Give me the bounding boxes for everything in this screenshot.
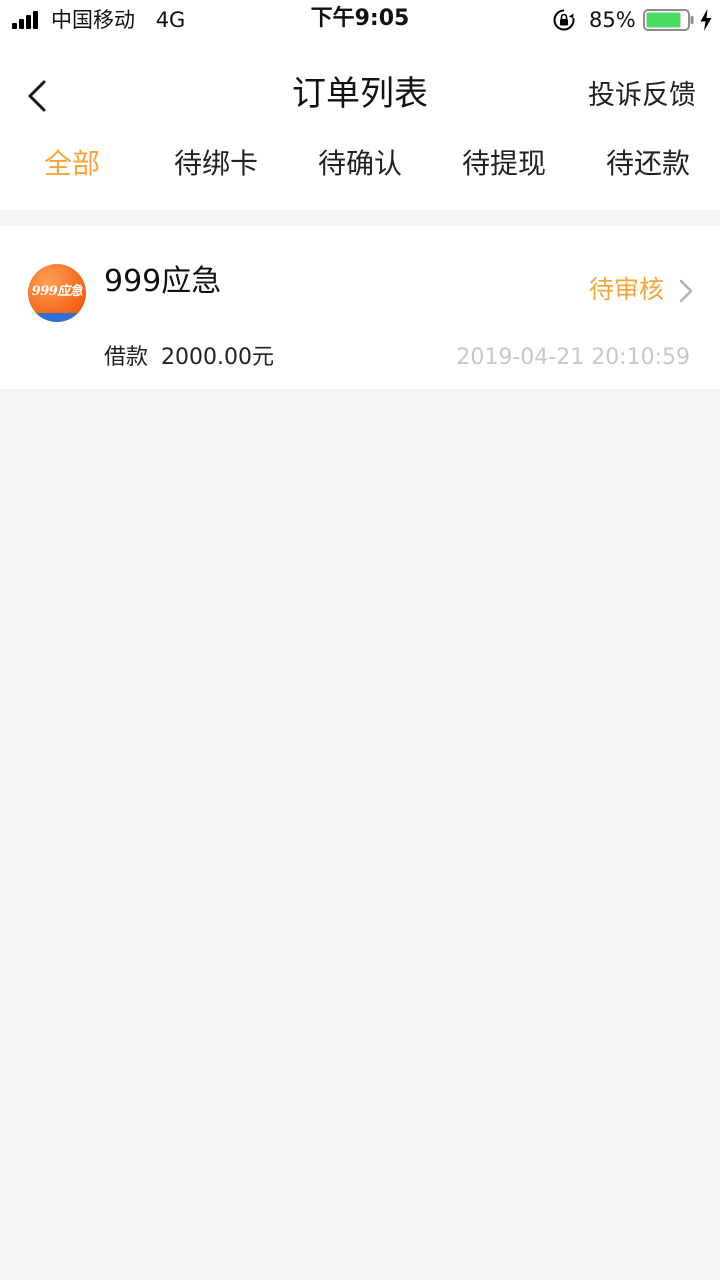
loan-value: 2000.00元 <box>161 345 274 370</box>
app-logo-text: 999应急 <box>31 284 83 299</box>
chevron-right-icon[interactable] <box>678 278 694 304</box>
app-name: 999应急 <box>104 264 222 299</box>
order-list-item[interactable]: 999应急 999应急 待审核 借款 2000.00元 2019-04-21 2… <box>0 226 720 389</box>
tab-pending-repay[interactable]: 待还款 <box>576 138 720 190</box>
tab-pending-confirm[interactable]: 待确认 <box>288 138 432 190</box>
order-datetime: 2019-04-21 20:10:59 <box>456 345 690 370</box>
nav-header: 订单列表 投诉反馈 全部 待绑卡 待确认 待提现 待还款 <box>0 40 720 210</box>
order-filter-tabs: 全部 待绑卡 待确认 待提现 待还款 <box>0 138 720 190</box>
app-logo: 999应急 <box>28 264 86 322</box>
battery-icon <box>643 9 694 31</box>
tab-pending-withdraw[interactable]: 待提现 <box>432 138 576 190</box>
complaint-feedback-button[interactable]: 投诉反馈 <box>588 76 696 116</box>
charging-bolt-icon <box>700 9 712 31</box>
loan-amount: 借款 2000.00元 <box>104 342 274 374</box>
tab-pending-bind-card[interactable]: 待绑卡 <box>144 138 288 190</box>
order-status-badge: 待审核 <box>588 275 664 304</box>
battery-percent: 85% <box>589 8 636 32</box>
status-bar: 中国移动 4G 下午9:05 85% <box>0 0 720 40</box>
rotation-lock-icon <box>553 9 575 31</box>
logo-band <box>28 313 86 322</box>
loan-label: 借款 <box>104 345 149 370</box>
tab-all[interactable]: 全部 <box>0 138 144 190</box>
